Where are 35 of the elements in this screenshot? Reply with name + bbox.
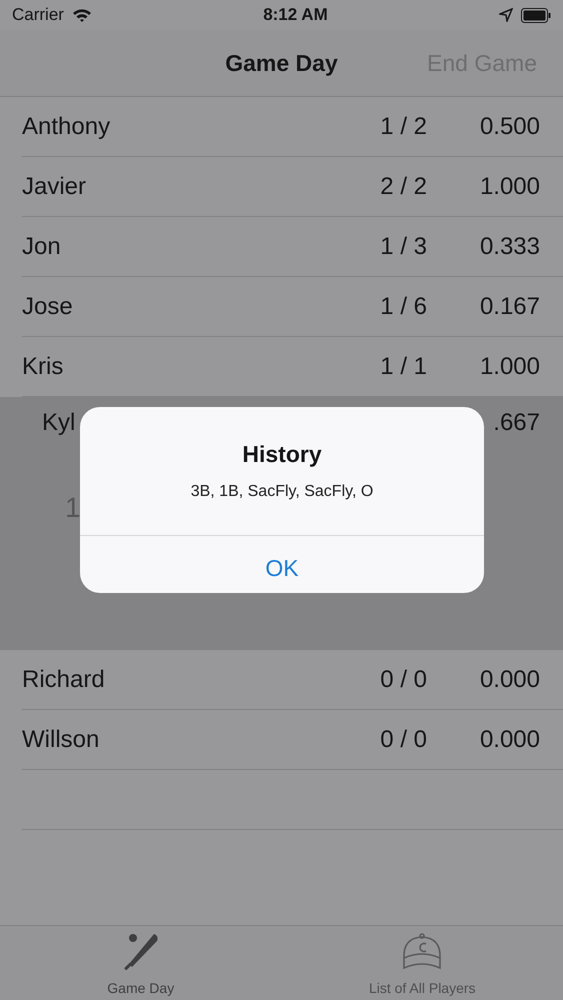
player-name[interactable]: Jose [22, 288, 73, 324]
hits-count: 1 / 2 [379, 112, 427, 142]
ok-button[interactable]: OK [80, 534, 484, 593]
hits-count: 1 / 3 [379, 232, 427, 262]
player-name[interactable]: Anthony [22, 108, 110, 144]
player-name[interactable]: Jon [22, 228, 61, 264]
screen-title: Game Day [225, 48, 338, 78]
tab-label: Game Day [107, 979, 174, 998]
batting-average: 1.000 [478, 172, 540, 202]
location-arrow-icon [498, 8, 513, 22]
carrier-name: Carrier [12, 4, 64, 26]
alert-title: History [241, 440, 323, 469]
tab-label: List of All Players [368, 979, 476, 998]
clock-time: 8:12 AM [263, 4, 328, 26]
player-name[interactable]: Kris [22, 348, 64, 384]
hits-count: 2 / 2 [379, 172, 427, 202]
batting-average: 0.167 [478, 292, 540, 322]
batting-average: 0.000 [478, 664, 540, 694]
player-name[interactable]: Richard [22, 662, 105, 698]
batting-average: .667 [493, 408, 540, 438]
player-name[interactable]: Javier [22, 168, 86, 204]
player-name: Kyl [42, 408, 76, 438]
player-name[interactable]: Willson [22, 722, 100, 758]
hits-count: 0 / 0 [379, 724, 427, 754]
alert-message: 3B, 1B, SacFly, SacFly, O [190, 482, 374, 502]
tab[interactable]: Game Day [0, 926, 282, 1000]
hits-count: 1 / 1 [379, 352, 427, 382]
hits-count: 0 / 0 [379, 664, 427, 694]
batting-average: 0.500 [478, 112, 540, 142]
batting-average: 0.000 [478, 724, 540, 754]
hits-count: 1 / 6 [379, 292, 427, 322]
battery-icon [520, 8, 551, 22]
wifi-icon [72, 8, 92, 22]
batting-average: 1.000 [478, 352, 540, 382]
batting-average: 0.333 [478, 232, 540, 262]
